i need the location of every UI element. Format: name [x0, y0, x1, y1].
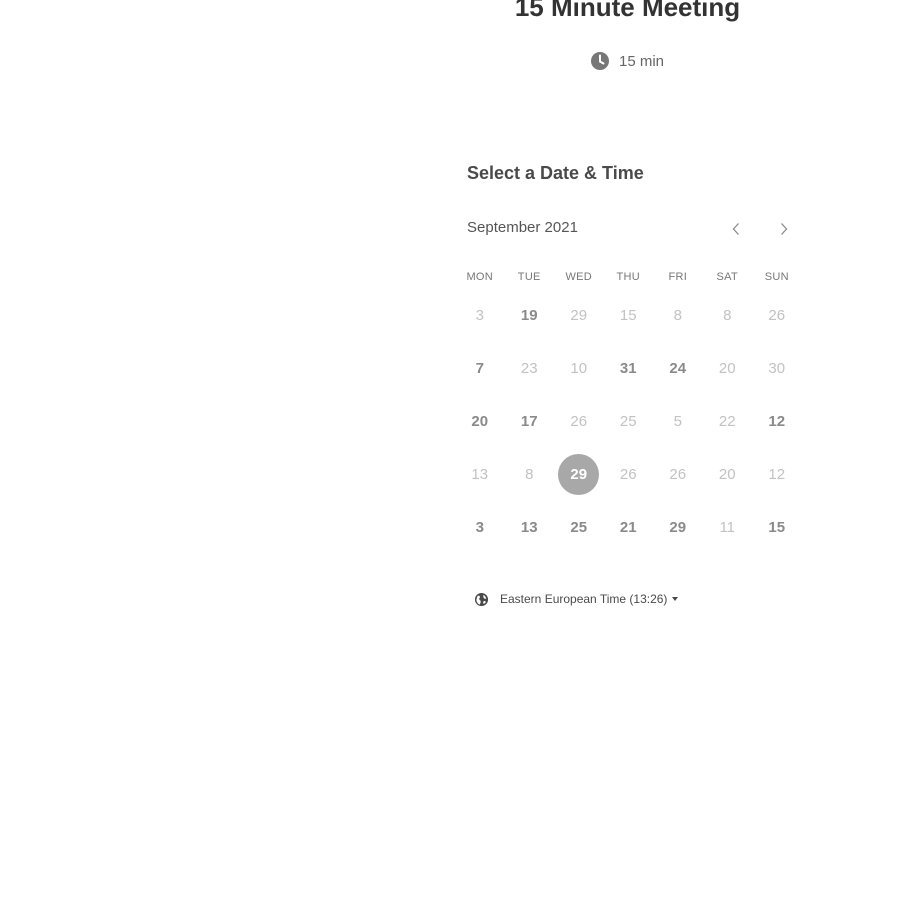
day-number: 5 [673, 413, 682, 430]
disabled-day: 25 [604, 395, 654, 448]
globe-icon [474, 592, 489, 607]
day-number: 7 [475, 360, 484, 377]
available-day[interactable]: 29 [653, 501, 703, 554]
available-day[interactable]: 20 [455, 395, 505, 448]
available-day[interactable]: 7 [455, 342, 505, 395]
weekday-header: MON TUE WED THU FRI SAT SUN [455, 271, 801, 283]
calendar-heading: Select a Date & Time [467, 163, 644, 183]
day-number: 13 [520, 519, 538, 536]
available-day[interactable]: 31 [604, 342, 654, 395]
available-day[interactable]: 12 [752, 395, 802, 448]
available-day[interactable]: 19 [505, 289, 555, 342]
available-day[interactable]: 17 [505, 395, 555, 448]
day-number: 20 [718, 466, 736, 483]
disabled-day: 26 [554, 395, 604, 448]
weekday-label: TUE [517, 271, 541, 283]
day-number: 3 [475, 519, 484, 536]
disabled-day: 3 [455, 289, 505, 342]
day-number: 12 [768, 466, 786, 483]
weekday-label: FRI [668, 271, 688, 283]
duration-label: 15 min [619, 52, 665, 70]
day-number: 25 [619, 413, 637, 430]
day-number: 8 [673, 307, 682, 324]
day-number: 8 [525, 466, 534, 483]
day-number: 8 [723, 307, 732, 324]
day-number: 29 [558, 454, 600, 495]
disabled-day: 13 [455, 448, 505, 501]
disabled-day: 15 [604, 289, 654, 342]
disabled-day: 10 [554, 342, 604, 395]
weekday-label: SUN [764, 271, 789, 283]
disabled-day: 26 [653, 448, 703, 501]
day-number: 26 [768, 307, 786, 324]
day-number: 11 [719, 519, 736, 536]
event-duration: 15 min [590, 50, 664, 72]
available-day[interactable]: 3 [455, 501, 505, 554]
next-month-button[interactable] [773, 218, 795, 240]
day-number: 22 [718, 413, 736, 430]
month-label: September 2021 [467, 219, 578, 236]
disabled-day: 29 [554, 289, 604, 342]
clock-icon [590, 51, 610, 71]
available-day[interactable]: 24 [653, 342, 703, 395]
day-number: 24 [669, 360, 687, 377]
chevron-left-icon [732, 223, 739, 235]
day-number: 13 [471, 466, 489, 483]
disabled-day: 20 [703, 342, 753, 395]
event-title: 15 Minute Meeting [514, 0, 741, 22]
disabled-day: 26 [604, 448, 654, 501]
day-number: 15 [619, 307, 637, 324]
disabled-day: 26 [752, 289, 802, 342]
available-day[interactable]: 15 [752, 501, 802, 554]
day-number: 26 [669, 466, 687, 483]
day-number: 26 [619, 466, 637, 483]
day-number: 10 [570, 360, 588, 377]
day-number: 20 [471, 413, 489, 430]
disabled-day: 5 [653, 395, 703, 448]
disabled-day: 30 [752, 342, 802, 395]
day-number: 30 [768, 360, 786, 377]
timezone-label: Eastern European Time (13:26) [500, 592, 668, 606]
disabled-day: 8 [505, 448, 555, 501]
disabled-day: 22 [703, 395, 753, 448]
day-number: 21 [619, 519, 637, 536]
selected-day[interactable]: 29 [554, 448, 604, 501]
disabled-day: 20 [703, 448, 753, 501]
day-number: 19 [520, 307, 538, 324]
day-number: 20 [718, 360, 736, 377]
disabled-day: 11 [703, 501, 753, 554]
available-day[interactable]: 21 [604, 501, 654, 554]
disabled-day: 8 [653, 289, 703, 342]
day-number: 12 [768, 413, 786, 430]
weekday-label: SAT [716, 271, 738, 283]
disabled-day: 23 [505, 342, 555, 395]
caret-down-icon [672, 597, 679, 601]
day-number: 15 [768, 519, 786, 536]
calendar-grid: 3 19 29 15 8 8 26 7 23 10 31 24 20 30 20 17 26 25 5 22 12 13 8… [455, 289, 801, 554]
day-number: 17 [520, 413, 538, 430]
day-number: 25 [570, 519, 588, 536]
day-number: 29 [669, 519, 687, 536]
chevron-right-icon [781, 223, 788, 235]
available-day[interactable]: 25 [554, 501, 604, 554]
weekday-label: MON [466, 271, 494, 283]
disabled-day: 12 [752, 448, 802, 501]
day-number: 23 [520, 360, 538, 377]
day-number: 31 [619, 360, 637, 377]
available-day[interactable]: 13 [505, 501, 555, 554]
timezone-selector[interactable]: Eastern European Time (13:26) [474, 590, 679, 608]
weekday-label: WED [565, 271, 593, 283]
previous-month-button[interactable] [725, 218, 747, 240]
disabled-day: 8 [703, 289, 753, 342]
day-number: 29 [570, 307, 588, 324]
day-number: 26 [570, 413, 588, 430]
day-number: 3 [475, 307, 484, 324]
weekday-label: THU [616, 271, 640, 283]
